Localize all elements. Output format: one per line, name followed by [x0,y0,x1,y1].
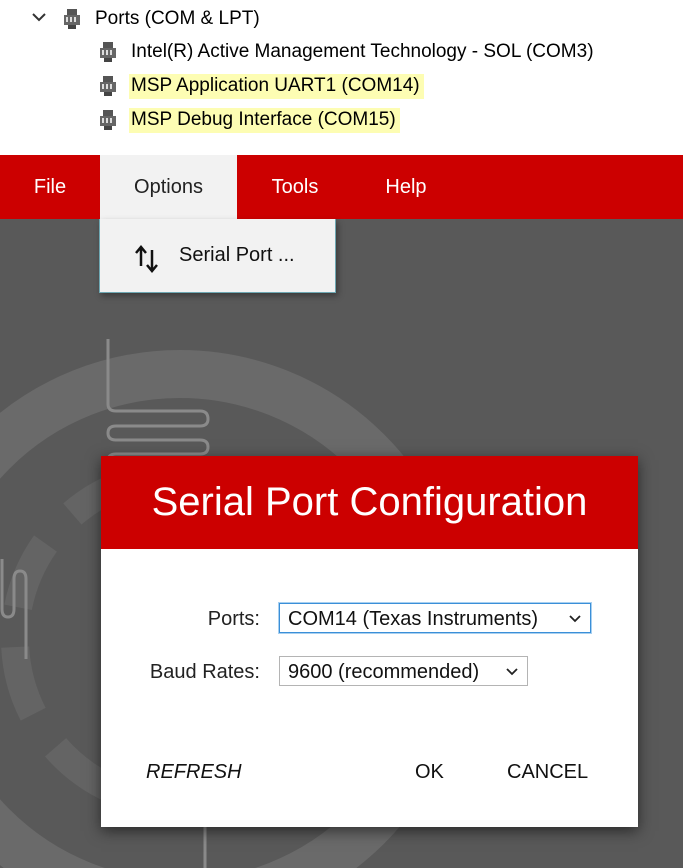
ports-label: Ports: [207,608,260,630]
port-connector-icon [100,110,116,130]
dialog-header: Serial Port Configuration [101,456,638,549]
cancel-button[interactable]: CANCEL [507,761,588,784]
refresh-button[interactable]: REFRESH [146,761,242,784]
baud-rate-select-value: 9600 (recommended) [288,661,480,683]
port-connector-icon [64,9,80,29]
dialog-title: Serial Port Configuration [151,480,588,524]
tree-category-ports[interactable]: Ports (COM & LPT) [63,5,260,33]
tree-item[interactable]: Intel(R) Active Management Technology - … [99,38,594,66]
menu-file[interactable]: File [12,155,88,219]
chevron-down-icon [569,615,581,623]
tree-item-label: MSP Application UART1 (COM14) [129,73,424,99]
options-dropdown-menu: Serial Port ... [99,219,336,293]
tree-item-label: MSP Debug Interface (COM15) [129,107,400,133]
ok-button[interactable]: OK [415,761,444,784]
tree-category-label: Ports (COM & LPT) [95,8,260,29]
menu-help[interactable]: Help [363,155,449,219]
ports-select-value: COM14 (Texas Instruments) [288,608,539,630]
port-connector-icon [100,76,116,96]
tree-item[interactable]: MSP Debug Interface (COM15) [99,106,400,134]
up-down-arrows-icon [135,245,158,273]
serial-port-config-dialog: Serial Port Configuration Ports: COM14 (… [101,456,638,827]
port-connector-icon [100,42,116,62]
menu-bar: File Options Tools Help [0,155,683,219]
tree-item-label: Intel(R) Active Management Technology - … [131,41,594,62]
chevron-down-icon[interactable] [31,10,47,24]
device-manager-tree: Ports (COM & LPT) Intel(R) Active Manage… [0,0,683,155]
app-window: File Options Tools Help Serial Port ... … [0,155,683,868]
baud-rate-select[interactable]: 9600 (recommended) [279,656,528,686]
baud-rates-label: Baud Rates: [149,661,260,683]
chevron-down-icon [506,668,518,676]
ports-select[interactable]: COM14 (Texas Instruments) [279,603,591,633]
menu-tools[interactable]: Tools [247,155,343,219]
menu-options[interactable]: Options [100,155,237,219]
tree-item[interactable]: MSP Application UART1 (COM14) [99,72,424,100]
menu-item-serial-port[interactable]: Serial Port ... [100,219,335,292]
menu-item-label: Serial Port ... [179,244,295,266]
